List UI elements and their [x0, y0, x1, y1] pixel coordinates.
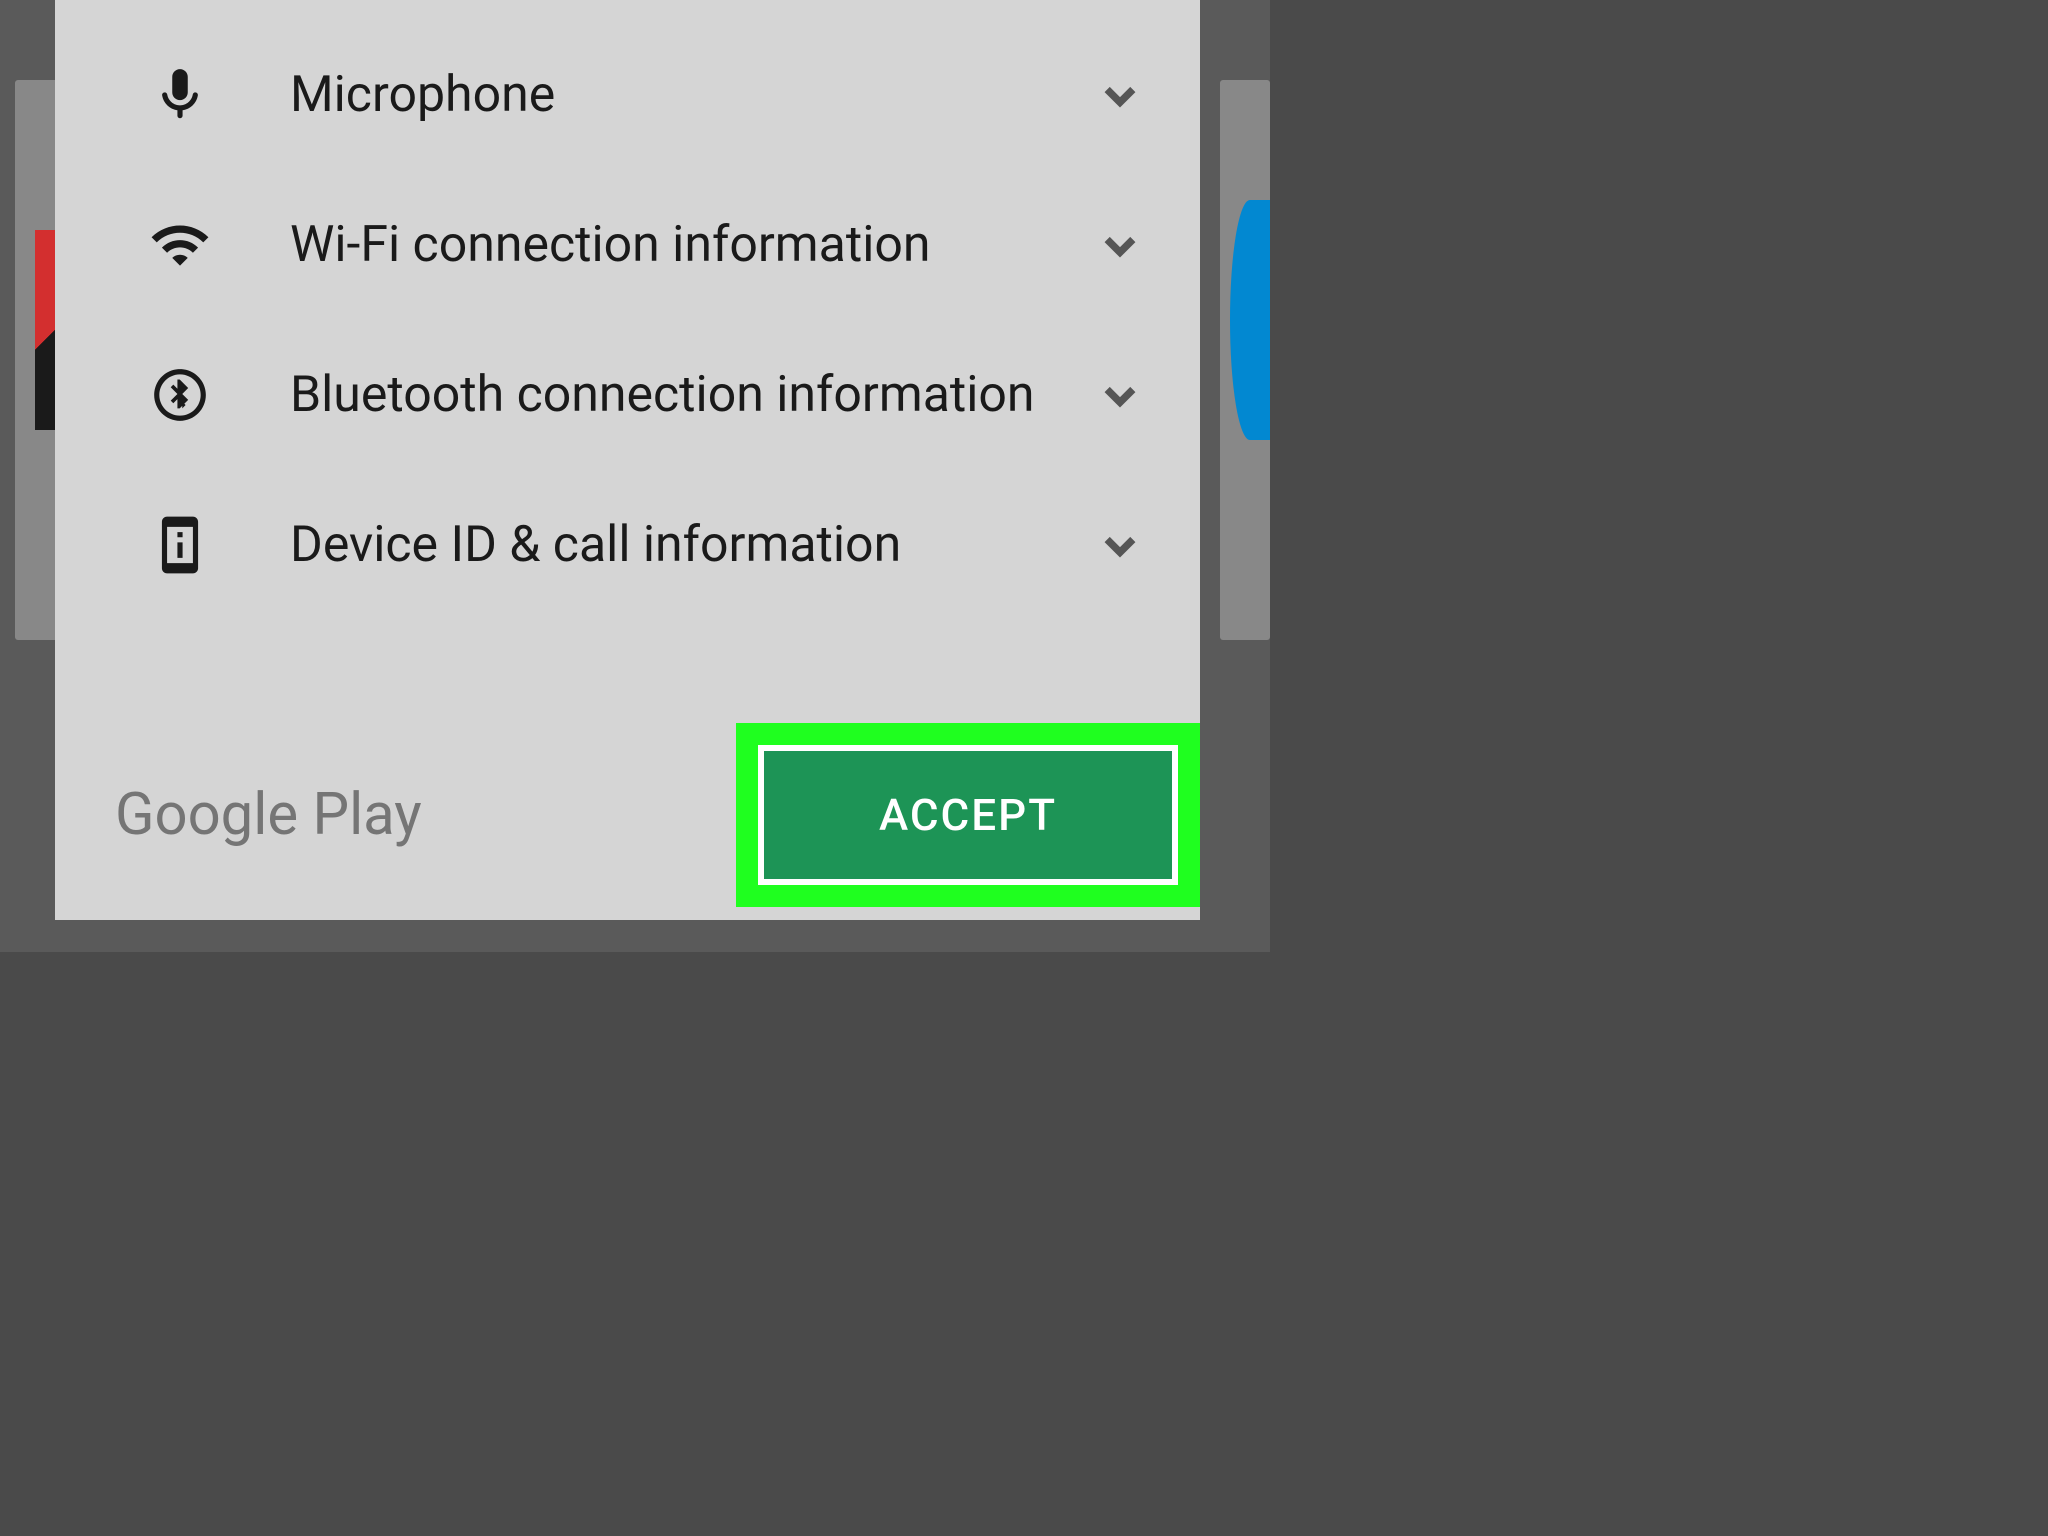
wifi-icon [135, 200, 225, 290]
permission-label: Microphone [290, 63, 1090, 128]
permissions-dialog: Microphone Wi-Fi connection information [55, 0, 1200, 920]
permission-row-microphone[interactable]: Microphone [95, 20, 1160, 170]
google-play-label: Google Play [115, 781, 422, 849]
permission-row-wifi[interactable]: Wi-Fi connection information [95, 170, 1160, 320]
chevron-down-icon[interactable] [1090, 215, 1150, 275]
permission-row-bluetooth[interactable]: Bluetooth connection information [95, 320, 1160, 470]
device-info-icon [135, 500, 225, 590]
permission-label: Wi-Fi connection information [290, 213, 1090, 278]
accept-button[interactable]: ACCEPT [758, 745, 1178, 885]
permission-label: Bluetooth connection information [290, 363, 1090, 428]
permission-label: Device ID & call information [290, 513, 1090, 578]
permission-list: Microphone Wi-Fi connection information [55, 0, 1200, 710]
background-card-right [1220, 80, 1270, 640]
permission-row-device-id[interactable]: Device ID & call information [95, 470, 1160, 620]
microphone-icon [135, 50, 225, 140]
background-app-icon [1230, 200, 1270, 440]
chevron-down-icon[interactable] [1090, 65, 1150, 125]
bluetooth-icon [135, 350, 225, 440]
dialog-footer: Google Play ACCEPT [55, 710, 1200, 920]
chevron-down-icon[interactable] [1090, 515, 1150, 575]
accept-highlight-box: ACCEPT [736, 723, 1200, 907]
chevron-down-icon[interactable] [1090, 365, 1150, 425]
